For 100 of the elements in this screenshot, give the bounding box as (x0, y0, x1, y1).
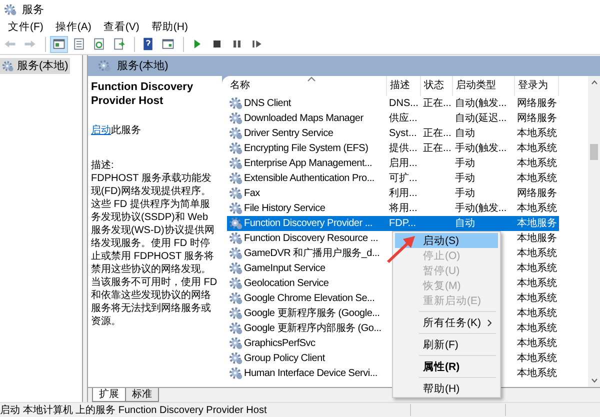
table-cell: 本地系统 (517, 248, 557, 260)
status-text: 启动 本地计算机 上的服务 Function Discovery Provider Host (0, 404, 268, 417)
service-name[interactable]: DNS Client (244, 98, 291, 109)
table-cell: 网络服务 (517, 113, 557, 124)
service-name[interactable]: Google Chrome Elevation Se... (244, 292, 375, 304)
service-name[interactable]: Group Policy Client (244, 352, 325, 364)
menu-item[interactable]: 所有任务(K) (395, 315, 498, 330)
table-cell: 本地系统 (517, 323, 557, 334)
table-cell: 自动(延迟... (455, 113, 507, 124)
service-name[interactable]: File History Service (244, 202, 326, 214)
gear-icon (229, 96, 243, 110)
table-cell: FDP... (389, 218, 416, 229)
table-cell: 手动 (455, 188, 475, 200)
table-cell: 自动 (455, 128, 475, 140)
table-cell: 手动(触发... (455, 143, 507, 154)
service-name[interactable]: Fax (244, 188, 260, 199)
gear-icon (229, 276, 243, 290)
menu-item[interactable]: 操作(A) (49, 20, 98, 34)
table-cell: 正在... (423, 128, 452, 140)
scroll-down-icon[interactable] (591, 378, 598, 384)
table-cell: 供应... (389, 113, 418, 124)
table-cell: 正在... (423, 98, 452, 110)
service-name[interactable]: Google 更新程序服务 (Google... (244, 306, 380, 320)
menu-item[interactable]: 帮助(H) (145, 20, 194, 34)
table-cell: 手动(触发... (455, 203, 507, 214)
table-cell: 本地系统 (517, 338, 557, 350)
gear-icon (229, 366, 243, 380)
table-cell: 将用... (389, 203, 418, 214)
service-name[interactable]: GraphicsPerfSvc (244, 338, 316, 349)
table-cell: 本地系统 (517, 173, 557, 184)
pane-title: 服务(本地) (117, 59, 168, 74)
selected-row[interactable]: Function Discovery Provider ... FDP... 自动 本地服务 (227, 216, 559, 231)
tab[interactable]: 标准 (125, 388, 159, 402)
action-text: 启动此服务 (91, 124, 142, 137)
scroll-up-icon[interactable] (591, 80, 598, 85)
scroll-thumb[interactable] (590, 144, 598, 160)
menu-item[interactable]: 查看(V) (97, 20, 146, 34)
table-cell: 本地系统 (517, 308, 557, 320)
table-cell: 可扩... (389, 173, 418, 184)
column-header[interactable]: 名称 (227, 76, 387, 96)
table-cell: 利用... (389, 188, 418, 200)
tab[interactable]: 扩展 (92, 388, 126, 402)
refresh-icon (92, 37, 106, 52)
service-name[interactable]: Encrypting File System (EFS) (244, 142, 368, 154)
gear-icon (229, 231, 243, 246)
table-cell: 提供... (389, 143, 418, 154)
service-name[interactable]: Geolocation Service (244, 278, 329, 289)
service-name[interactable]: Function Discovery Provider ... (244, 218, 372, 229)
gear-icon (229, 111, 243, 126)
menu-item[interactable]: 文件(F) (2, 20, 50, 34)
document-icon (72, 37, 86, 52)
service-name[interactable]: Human Interface Device Servi... (244, 368, 378, 379)
gear-icon (229, 141, 243, 156)
console-tree-button[interactable] (50, 36, 68, 53)
scrollbar[interactable] (588, 76, 600, 388)
service-title: Function Discovery Provider Host (91, 80, 194, 108)
table-cell: DNS... (389, 98, 418, 109)
table-cell: 本地系统 (517, 158, 557, 170)
column-header[interactable]: 登录为 (515, 76, 559, 96)
description-text: FDPHOST 服务承载功能发现(FD)网络发现提供程序。这些 FD 提供程序为简单服务发现协议(SSDP)和 Web 服务发现(WS-D)协议提供网络发现服务。使用 FD 时停止或禁用 FDPHOST 服务将禁用这些协议的网络发现。当该服务不可用时，使用 FD 和依靠这些发现协议的网络服务将无法找到网络服务或资源。 (91, 172, 218, 328)
service-name[interactable]: Downloaded Maps Manager (244, 112, 364, 124)
gear-icon (2, 60, 14, 72)
table-cell: 本地系统 (517, 263, 557, 274)
table-cell: 本地系统 (517, 143, 557, 154)
gear-icon (98, 59, 111, 72)
table-cell: 手动 (455, 158, 475, 170)
gear-icon (229, 261, 243, 276)
service-name[interactable]: Extensible Authentication Pro... (244, 172, 374, 184)
start-link[interactable]: 启动 (91, 124, 111, 136)
console-tree-icon (52, 37, 66, 52)
gear-icon (229, 336, 243, 350)
gear-icon (229, 321, 243, 336)
menu-item[interactable]: 帮助(H) (395, 381, 498, 396)
table-cell: 本地系统 (517, 278, 557, 290)
tree-item[interactable]: 服务(本地) (0, 58, 70, 74)
service-name[interactable]: Driver Sentry Service (244, 128, 334, 139)
window-title: 服务 (22, 3, 44, 18)
menu-item[interactable]: 启动(S) (395, 233, 498, 248)
column-header[interactable]: 启动类型 (453, 76, 515, 96)
service-name[interactable]: Function Discovery Resource ... (244, 232, 378, 244)
gear-icon (229, 351, 243, 366)
table-cell: 本地服务 (517, 233, 557, 244)
menu-item[interactable]: 属性(R) (395, 359, 498, 374)
export-icon (112, 37, 126, 52)
column-header[interactable]: 状态 (421, 76, 453, 96)
service-name[interactable]: GameInput Service (244, 262, 326, 274)
table-cell: 网络服务 (517, 188, 557, 200)
sort-caret-icon (306, 76, 316, 82)
table-cell: 自动 (455, 218, 475, 230)
gear-icon (4, 3, 17, 16)
gear-icon (229, 246, 243, 260)
table-cell: 本地系统 (517, 128, 557, 140)
column-header[interactable]: 描述 (387, 76, 421, 96)
menu-item[interactable]: 刷新(F) (395, 337, 498, 352)
service-name[interactable]: Google 更新程序内部服务 (Go... (244, 321, 382, 336)
gear-icon (229, 291, 243, 306)
help-icon (141, 37, 155, 52)
service-name[interactable]: GameDVR 和广播用户服务_d... (244, 246, 380, 260)
service-name[interactable]: Enterprise App Management... (244, 158, 372, 169)
description-label: 描述: (91, 158, 115, 172)
